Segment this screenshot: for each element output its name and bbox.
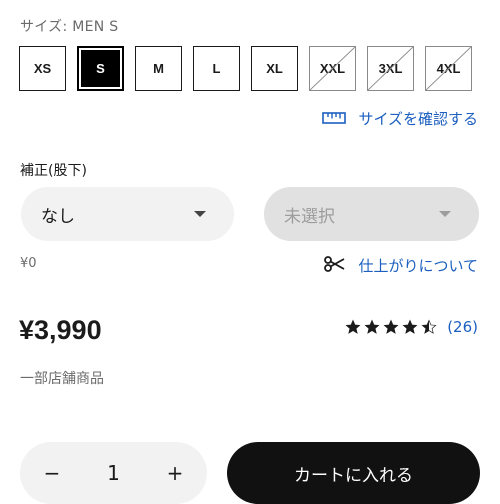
add-to-cart-button[interactable]: カートに入れる bbox=[227, 442, 480, 504]
star-full-icon bbox=[383, 319, 399, 334]
rating[interactable]: (26) bbox=[345, 318, 478, 336]
alteration-select-value: なし bbox=[41, 206, 75, 227]
quantity-value: 1 bbox=[107, 461, 120, 485]
size-option-xl[interactable]: XL bbox=[251, 46, 298, 91]
ruler-icon bbox=[322, 110, 347, 128]
size-option-xs[interactable]: XS bbox=[19, 46, 66, 91]
size-guide-link[interactable]: サイズを確認する bbox=[322, 108, 478, 129]
size-option-label: XL bbox=[266, 61, 283, 76]
alteration-label: 補正(股下) bbox=[20, 163, 87, 179]
size-option-label: XXL bbox=[319, 61, 346, 76]
chevron-down-icon bbox=[439, 211, 451, 217]
size-option-label: 3XL bbox=[378, 61, 403, 76]
scissors-icon bbox=[324, 255, 346, 276]
size-label: サイズ: MEN S bbox=[20, 16, 118, 36]
size-option-m[interactable]: M bbox=[135, 46, 182, 91]
size-option-4xl[interactable]: 4XL bbox=[425, 46, 472, 91]
product-price: ¥3,990 bbox=[19, 315, 102, 345]
size-option-label: L bbox=[212, 61, 221, 76]
star-full-icon bbox=[364, 319, 380, 334]
alteration-length-select: 未選択 bbox=[264, 187, 479, 241]
availability-note: 一部店舗商品 bbox=[20, 371, 104, 387]
size-label-value: MEN S bbox=[72, 19, 119, 35]
alteration-price: ¥0 bbox=[20, 256, 37, 271]
size-option-l[interactable]: L bbox=[193, 46, 240, 91]
size-option-3xl[interactable]: 3XL bbox=[367, 46, 414, 91]
size-selector: XS S M L XL XXL 3XL 4XL bbox=[19, 46, 472, 91]
star-half-icon bbox=[421, 319, 437, 334]
size-option-s[interactable]: S bbox=[77, 46, 124, 91]
star-full-icon bbox=[402, 319, 418, 334]
chevron-down-icon bbox=[194, 211, 206, 217]
size-option-label: 4XL bbox=[436, 61, 461, 76]
decrement-button[interactable]: − bbox=[42, 461, 62, 485]
review-count[interactable]: (26) bbox=[447, 318, 478, 336]
size-option-label: S bbox=[96, 61, 105, 76]
size-option-label: XS bbox=[33, 61, 52, 76]
finish-info-link[interactable]: 仕上がりについて bbox=[324, 255, 478, 276]
size-guide-label: サイズを確認する bbox=[358, 110, 478, 128]
finish-info-label: 仕上がりについて bbox=[358, 257, 478, 275]
quantity-stepper: − 1 + bbox=[20, 442, 207, 504]
size-option-xxl[interactable]: XXL bbox=[309, 46, 356, 91]
alteration-select[interactable]: なし bbox=[21, 187, 234, 241]
alteration-length-placeholder: 未選択 bbox=[284, 206, 335, 227]
star-full-icon bbox=[345, 319, 361, 334]
star-rating bbox=[345, 319, 437, 335]
size-label-prefix: サイズ: bbox=[20, 19, 73, 35]
increment-button[interactable]: + bbox=[165, 461, 185, 485]
size-option-label: M bbox=[153, 61, 164, 76]
